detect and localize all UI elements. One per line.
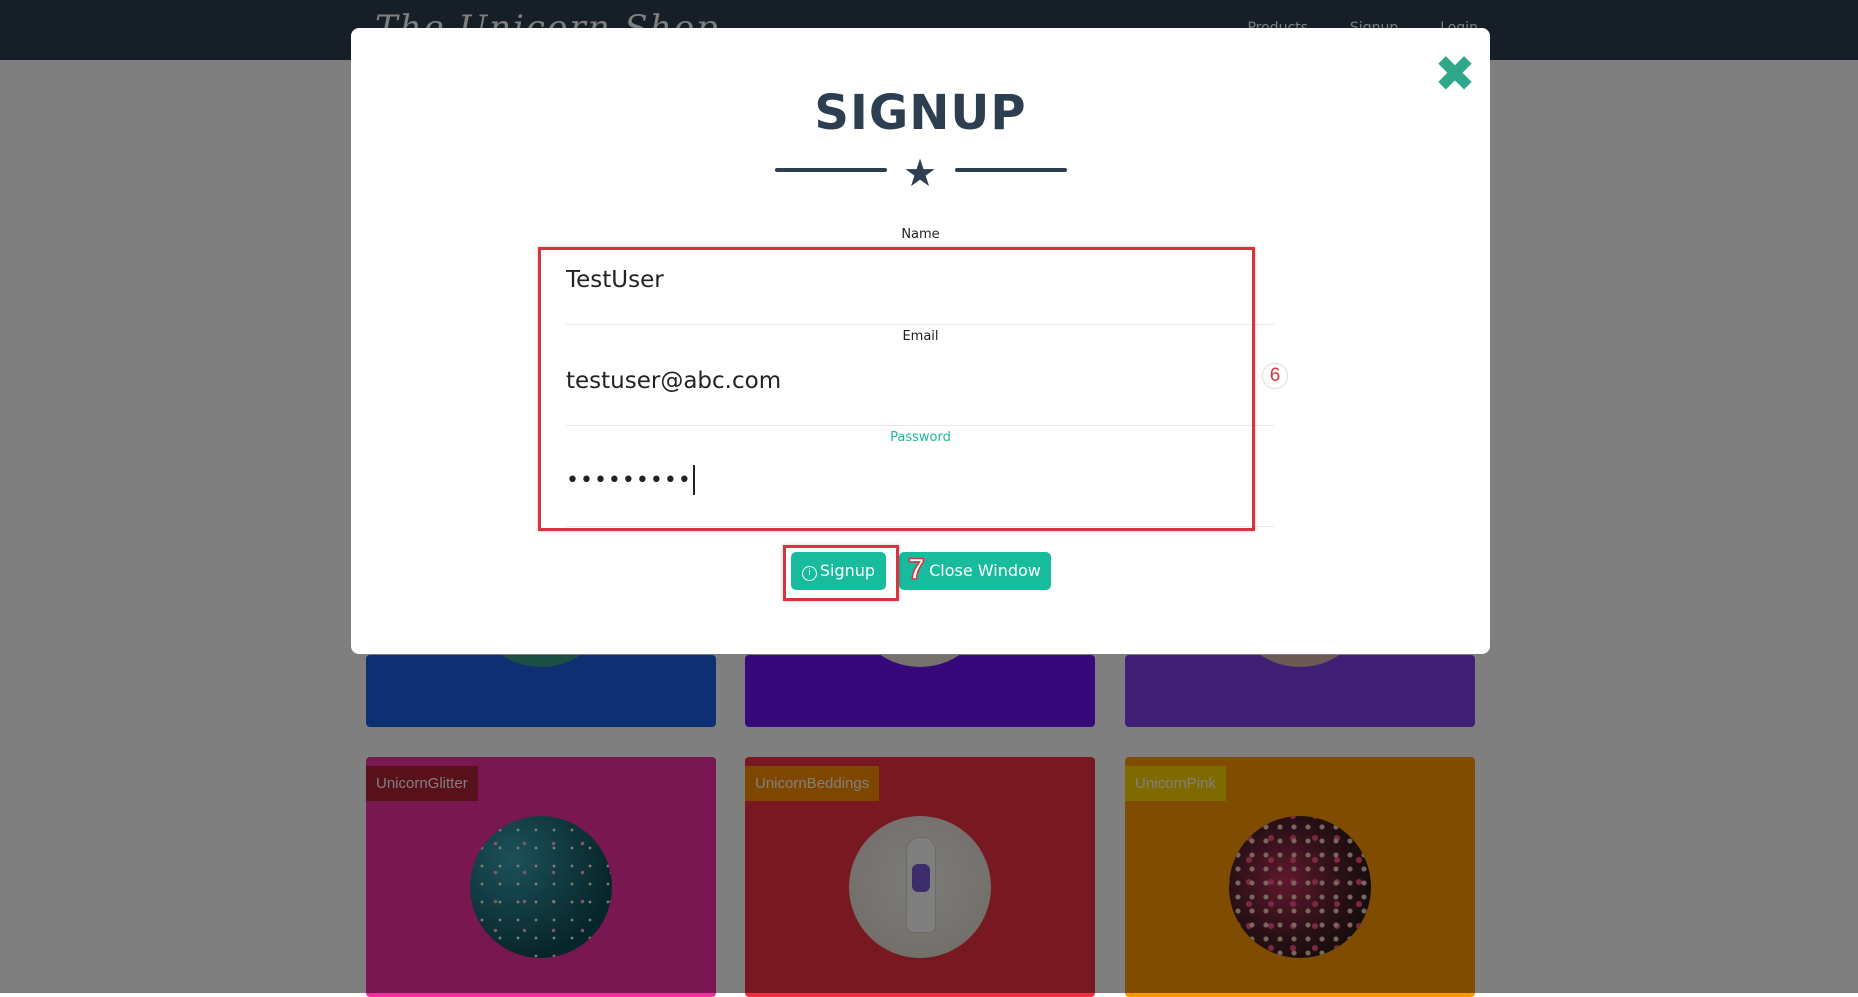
annotation-box-fields bbox=[538, 247, 1255, 531]
close-window-label: Close Window bbox=[929, 561, 1041, 580]
divider-line-right bbox=[955, 168, 1067, 172]
divider-line-left bbox=[775, 168, 887, 172]
annotation-number-6: 6 bbox=[1263, 364, 1287, 388]
annotation-box-signup bbox=[783, 545, 899, 601]
modal-title: SIGNUP bbox=[814, 85, 1027, 141]
star-icon: ★ bbox=[902, 151, 938, 195]
annotation-number-7: 7 bbox=[907, 552, 925, 587]
name-label: Name bbox=[901, 227, 940, 242]
